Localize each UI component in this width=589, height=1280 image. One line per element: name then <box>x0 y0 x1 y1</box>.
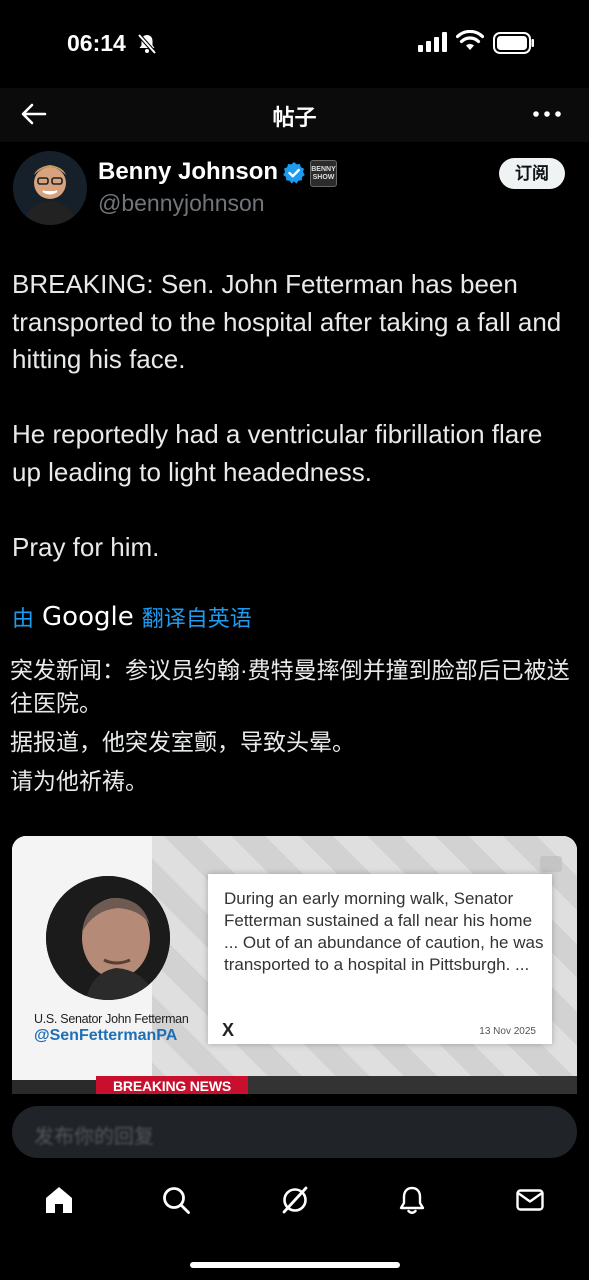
quote-card: During an early morning walk, Senator Fe… <box>208 874 552 1044</box>
google-logo: Google <box>42 602 134 632</box>
video-indicator-icon <box>540 856 562 872</box>
bell-muted-icon <box>137 33 157 55</box>
quote-date: 13 Nov 2025 <box>479 1026 536 1037</box>
translated-text: 突发新闻：参议员约翰·费特曼摔倒并撞到脸部后已被送往医院。 据报道，他突发室颤，… <box>10 654 570 804</box>
verified-badge-icon <box>283 162 305 184</box>
senator-label: U.S. Senator John Fetterman <box>34 1012 189 1026</box>
post-body: BREAKING: Sen. John Fetterman has been t… <box>12 266 577 604</box>
notifications-icon[interactable] <box>397 1185 427 1215</box>
top-nav: 帖子 <box>0 88 589 142</box>
senator-handle: @SenFettermanPA <box>34 1027 178 1044</box>
author-avatar[interactable] <box>13 151 87 225</box>
translated-paragraph: 请为他祈祷。 <box>10 768 148 794</box>
author-name[interactable]: Benny Johnson <box>98 158 278 186</box>
battery-icon <box>493 32 534 54</box>
post-paragraph: Pray for him. <box>12 531 160 562</box>
page-title: 帖子 <box>272 105 317 130</box>
status-time: 06:14 <box>67 30 126 56</box>
translated-paragraph: 据报道，他突发室颤，导致头晕。 <box>10 729 355 755</box>
grok-icon[interactable] <box>280 1185 310 1215</box>
translation-attribution[interactable]: 由 Google 翻译自英语 <box>12 601 252 633</box>
senator-portrait <box>46 876 170 1000</box>
affiliate-badge-icon: BENNY SHOW <box>310 160 337 187</box>
news-ticker-strip-right <box>248 1076 577 1096</box>
translation-suffix: 翻译自英语 <box>141 606 252 631</box>
post-media-image[interactable]: U.S. Senator John Fetterman @SenFetterma… <box>12 836 577 1096</box>
quote-text: During an early morning walk, Senator Fe… <box>224 889 544 974</box>
post-paragraph: BREAKING: Sen. John Fetterman has been t… <box>12 269 562 374</box>
home-indicator <box>190 1262 400 1268</box>
post-paragraph: He reportedly had a ventricular fibrilla… <box>12 419 543 487</box>
translated-paragraph: 突发新闻：参议员约翰·费特曼摔倒并撞到脸部后已被送往医院。 <box>10 657 570 716</box>
subscribe-button[interactable]: 订阅 <box>499 158 565 189</box>
home-icon[interactable] <box>44 1185 74 1215</box>
reply-input[interactable]: 发布你的回复 <box>12 1106 577 1158</box>
wifi-icon <box>456 30 484 50</box>
cellular-signal-icon <box>418 32 447 52</box>
reply-placeholder: 发布你的回复 <box>34 1126 154 1148</box>
author-handle[interactable]: @bennyjohnson <box>98 190 265 217</box>
status-bar: 06:14 <box>0 0 589 88</box>
x-logo-icon: X <box>222 1020 235 1040</box>
search-icon[interactable] <box>161 1185 191 1215</box>
messages-icon[interactable] <box>515 1185 545 1215</box>
translation-prefix: 由 <box>12 606 35 631</box>
breaking-news-banner: BREAKING NEWS <box>96 1076 248 1096</box>
more-options-icon[interactable] <box>532 100 562 128</box>
